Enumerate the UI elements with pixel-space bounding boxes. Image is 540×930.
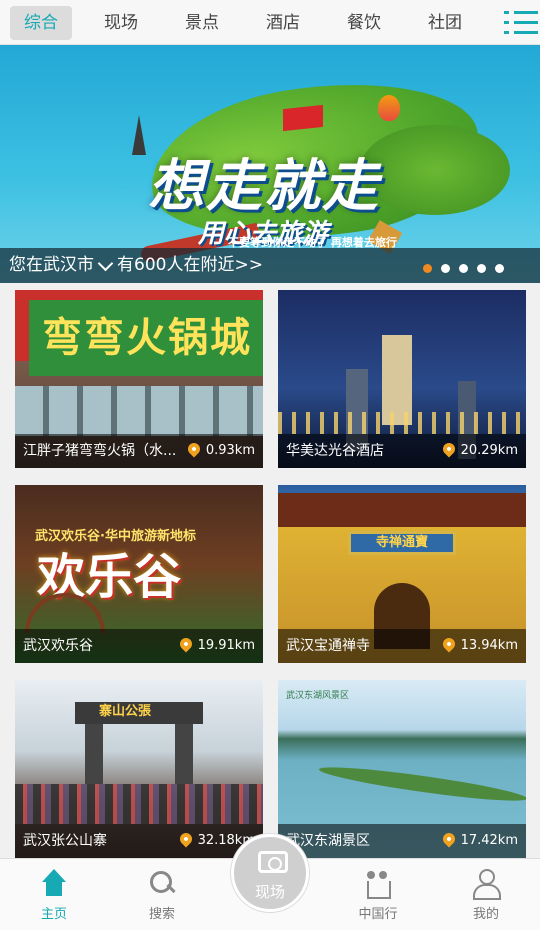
carousel-dot[interactable] [459, 264, 468, 273]
location-pin-icon [440, 830, 458, 847]
nav-label: 我的 [472, 907, 499, 922]
camera-icon [258, 851, 288, 873]
card-name: 华美达光谷酒店 [286, 443, 384, 459]
carousel-indicator [414, 258, 504, 277]
card-caption: 武汉宝通禅寺 13.94km [278, 629, 526, 663]
tab-dining[interactable]: 餐饮 [333, 6, 395, 40]
card-photo [15, 386, 263, 436]
nav-profile[interactable]: 我的 [446, 869, 526, 922]
card-caption: 武汉欢乐谷 19.91km [15, 629, 263, 663]
carousel-dot[interactable] [495, 264, 504, 273]
nav-search[interactable]: 搜索 [122, 869, 202, 922]
card-photo-logo: 武汉东湖风景区 [286, 691, 350, 701]
camera-button-label: 现场 [254, 883, 285, 901]
place-card[interactable]: 武汉东湖风景区 武汉东湖景区 17.42km [278, 680, 526, 858]
place-card[interactable]: 华美达光谷酒店 20.29km [278, 290, 526, 468]
card-photo-gate [85, 724, 103, 784]
tab-clubs[interactable]: 社团 [414, 6, 476, 40]
card-name: 武汉宝通禅寺 [286, 638, 370, 654]
card-distance: 19.91km [197, 638, 255, 653]
banner-title: 想走就走 [148, 154, 380, 219]
search-icon [147, 869, 177, 899]
card-caption: 武汉东湖景区 17.42km [278, 824, 526, 858]
carousel-dot[interactable] [423, 264, 432, 273]
card-caption: 江胖子猪弯弯火锅（水... 0.93km [15, 434, 263, 468]
tab-attractions[interactable]: 景点 [171, 6, 233, 40]
location-pin-icon [177, 830, 195, 847]
card-photo [317, 761, 526, 807]
top-tab-bar: 综合 现场 景点 酒店 餐饮 社团 [0, 0, 540, 45]
card-distance: 0.93km [205, 443, 255, 458]
card-photo-plaque: 寺禅通寶 [348, 531, 456, 555]
nav-home[interactable]: 主页 [14, 869, 94, 922]
card-photo-lights [278, 412, 526, 434]
card-caption: 华美达光谷酒店 20.29km [278, 434, 526, 468]
place-card[interactable]: 武汉欢乐谷·华中旅游新地标 欢乐谷 武汉欢乐谷 19.91km [15, 485, 263, 663]
hikers-icon [363, 869, 393, 899]
location-pin-icon [177, 635, 195, 652]
nav-label: 搜索 [148, 907, 175, 922]
live-camera-button[interactable]: 现场 [231, 834, 309, 912]
nav-label: 中国行 [358, 907, 398, 922]
card-caption: 武汉张公山寨 32.18km [15, 824, 263, 858]
place-card[interactable]: 弯弯火锅城 江胖子猪弯弯火锅（水... 0.93km [15, 290, 263, 468]
card-photo [278, 493, 526, 527]
tab-comprehensive[interactable]: 综合 [10, 6, 72, 40]
card-photo-text: 寨山公張 [99, 704, 152, 719]
nearby-people-link[interactable]: 有600人在附近>> [117, 255, 263, 275]
card-photo-crowd [15, 784, 263, 824]
nav-label: 主页 [40, 907, 67, 922]
location-pin-icon [440, 635, 458, 652]
person-icon [471, 869, 501, 900]
card-distance: 17.42km [460, 833, 518, 848]
flag-icon [283, 104, 323, 132]
current-city[interactable]: 您在武汉市 [9, 255, 94, 275]
card-distance: 13.94km [460, 638, 518, 653]
place-card[interactable]: 寨山公張 武汉张公山寨 32.18km [15, 680, 263, 858]
list-menu-icon[interactable] [504, 8, 538, 38]
card-name: 江胖子猪弯弯火锅（水... [23, 443, 177, 459]
location-pin-icon [185, 440, 203, 457]
tab-hotels[interactable]: 酒店 [252, 6, 314, 40]
tab-live[interactable]: 现场 [90, 6, 152, 40]
carousel-dot[interactable] [441, 264, 450, 273]
chevron-down-icon[interactable] [97, 255, 114, 271]
card-name: 武汉张公山寨 [23, 833, 107, 849]
place-card[interactable]: 寺禅通寶 武汉宝通禅寺 13.94km [278, 485, 526, 663]
hot-air-balloon-icon [378, 95, 400, 121]
location-pin-icon [440, 440, 458, 457]
card-name: 武汉欢乐谷 [23, 638, 93, 654]
card-distance: 20.29km [460, 443, 518, 458]
card-photo-sign: 弯弯火锅城 [29, 300, 263, 376]
eiffel-tower-icon [132, 115, 146, 155]
home-icon [39, 869, 69, 899]
nav-china-travel[interactable]: 中国行 [338, 869, 418, 922]
banner-map-illustration-2 [360, 125, 510, 215]
carousel-dot[interactable] [477, 264, 486, 273]
